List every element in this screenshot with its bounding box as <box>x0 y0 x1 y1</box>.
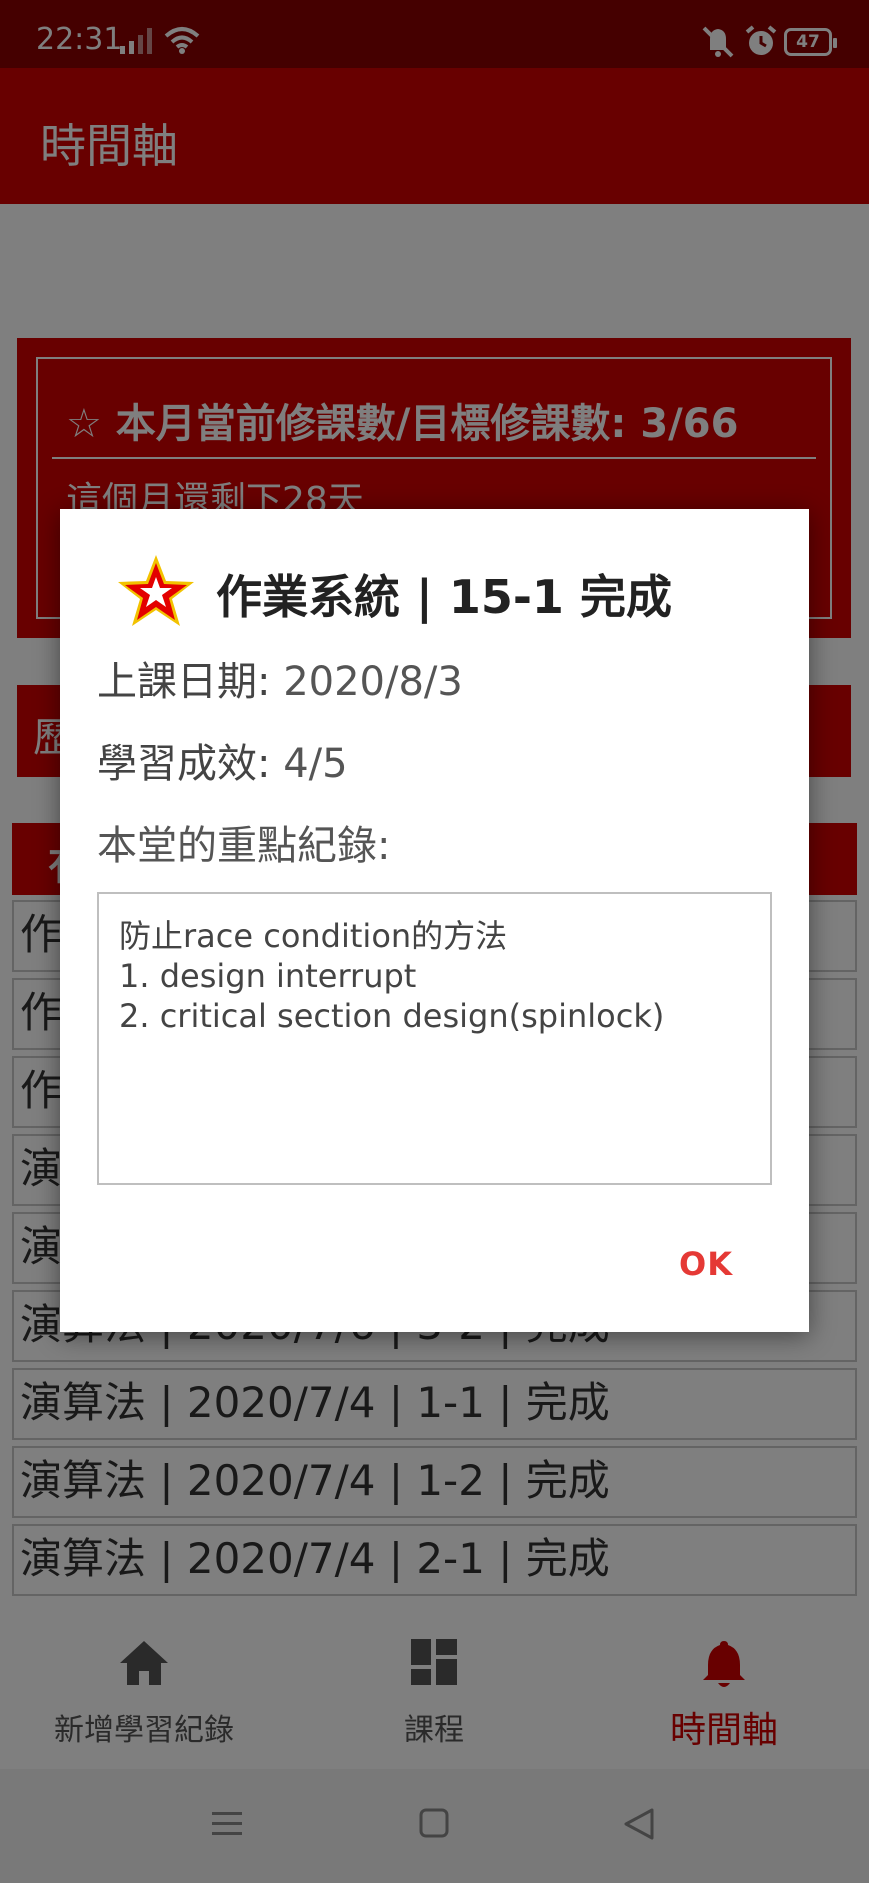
class-date-label: 上課日期: <box>97 659 271 705</box>
dialog-title: 作業系統 | 15-1 完成 <box>216 570 672 624</box>
class-date-row: 上課日期: 2020/8/3 <box>97 649 463 707</box>
learning-score-row: 學習成效: 4/5 <box>97 731 348 789</box>
class-date-value: 2020/8/3 <box>283 659 463 705</box>
learning-score-value: 4/5 <box>283 741 348 787</box>
learning-score-label: 學習成效: <box>97 741 271 787</box>
notes-label: 本堂的重點紀錄: <box>97 823 391 869</box>
red-star-icon <box>118 555 194 626</box>
course-detail-dialog: 作業系統 | 15-1 完成 上課日期: 2020/8/3 學習成效: 4/5 … <box>60 509 809 1332</box>
notes-textbox[interactable]: 防止race condition的方法 1. design interrupt … <box>97 892 772 1185</box>
ok-button[interactable]: OK <box>679 1245 733 1283</box>
